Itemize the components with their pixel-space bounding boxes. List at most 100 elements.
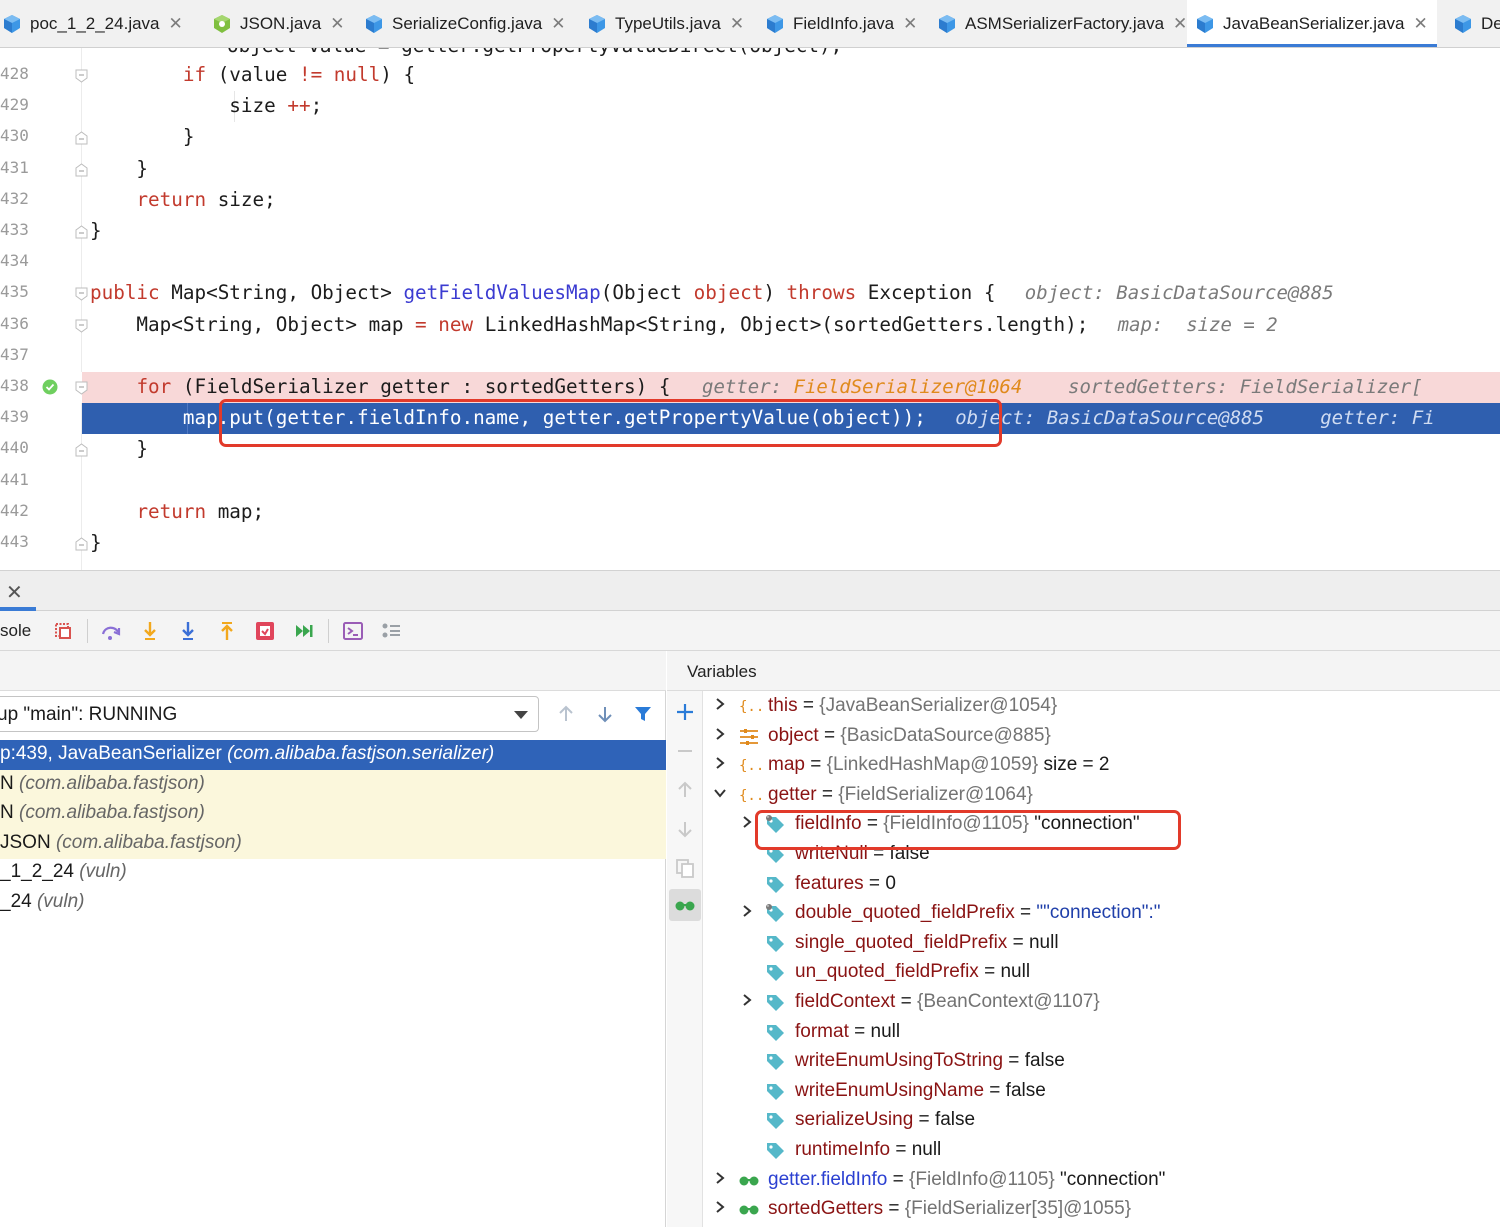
code-editor[interactable]: object value = getter.getPropertyValueDi… — [0, 48, 1500, 570]
fold-marker-icon[interactable] — [75, 131, 88, 145]
close-tab-icon[interactable]: ✕ — [551, 14, 565, 34]
tab-asmserializerfactory-java[interactable]: ASMSerializerFactory.java ✕ — [929, 0, 1187, 47]
force-step-into-icon[interactable] — [177, 620, 199, 642]
fold-marker-icon[interactable] — [75, 162, 88, 177]
console-tab[interactable]: sole — [0, 621, 31, 641]
remove-watch-icon[interactable] — [674, 740, 696, 762]
fold-marker-icon[interactable] — [75, 225, 88, 239]
variable-row-features[interactable]: features = 0 — [703, 870, 1500, 900]
variable-row-format[interactable]: format = null — [703, 1018, 1500, 1048]
variable-row-fieldcontext[interactable]: fieldContext = {BeanContext@1107} — [703, 988, 1500, 1018]
stack-frame[interactable]: _24 (vuln) — [0, 888, 666, 918]
chevron-right-icon[interactable] — [713, 1200, 727, 1214]
chevron-right-icon[interactable] — [713, 1171, 727, 1185]
trace-list-icon[interactable] — [380, 620, 402, 642]
close-tab-icon[interactable]: ✕ — [169, 14, 183, 34]
stack-frame[interactable]: JSON (com.alibaba.fastjson) — [0, 828, 666, 859]
fold-marker-icon[interactable] — [75, 69, 88, 83]
fold-marker-icon[interactable] — [75, 537, 88, 551]
chevron-right-icon[interactable] — [713, 727, 727, 741]
line-number: 439 — [0, 407, 29, 427]
close-tab-icon[interactable]: ✕ — [730, 14, 744, 34]
close-tab-icon[interactable]: ✕ — [903, 14, 917, 34]
variable-row-runtimeinfo[interactable]: runtimeInfo = null — [703, 1136, 1500, 1166]
filter-icon[interactable] — [632, 703, 654, 725]
variable-row-double-quoted-fieldprefix[interactable]: * double_quoted_fieldPrefix = ""connectio… — [703, 899, 1500, 929]
variable-row-getter[interactable]: {..}getter = {FieldSerializer@1064} — [703, 781, 1500, 811]
code-line-430[interactable]: 430 } — [0, 122, 1500, 153]
code-line-436[interactable]: 436 Map<String, Object> map = new Linked… — [0, 310, 1500, 341]
variables-side-toolbar — [667, 691, 703, 1227]
variable-row-this[interactable]: {..}this = {JavaBeanSerializer@1054} — [703, 692, 1500, 722]
code-line-428[interactable]: 428 if (value != null) { — [0, 60, 1500, 91]
thread-selector[interactable]: up "main": RUNNING — [0, 696, 539, 732]
variable-row-object[interactable]: object = {BasicDataSource@885} — [703, 722, 1500, 752]
variable-value: null — [1028, 931, 1059, 953]
chevron-right-icon[interactable] — [740, 993, 754, 1007]
copy-icon[interactable] — [674, 857, 696, 879]
code-line-443[interactable]: 443} — [0, 528, 1500, 559]
fold-marker-icon[interactable] — [75, 443, 88, 457]
tab-poc-1-2-24-java[interactable]: poc_1_2_24.java ✕ — [2, 0, 185, 47]
code-line-433[interactable]: 433} — [0, 216, 1500, 247]
chevron-right-icon[interactable] — [740, 815, 754, 829]
code-line-435[interactable]: 435 public Map<String, Object> getFieldVa… — [0, 278, 1500, 309]
evaluate-expression-icon[interactable] — [342, 620, 364, 642]
move-up-icon[interactable] — [674, 779, 696, 801]
drop-frame-icon[interactable] — [254, 620, 276, 642]
tab-javabeanserializer-java[interactable]: JavaBeanSerializer.java ✕ — [1187, 0, 1437, 47]
variable-row-getter-fieldinfo[interactable]: getter.fieldInfo = {FieldInfo@1105} "con… — [703, 1166, 1500, 1196]
equals-sign: = — [797, 695, 820, 716]
chevron-down-icon[interactable] — [713, 786, 727, 800]
tab-def[interactable]: Def — [1445, 0, 1500, 47]
variables-panel: Variables {..}this = {JavaBeanSerializer… — [667, 651, 1500, 1227]
variable-row-un-quoted-fieldprefix[interactable]: un_quoted_fieldPrefix = null — [703, 958, 1500, 988]
close-tab-icon[interactable]: ✕ — [1413, 14, 1427, 34]
code-text: } — [90, 219, 102, 242]
close-debug-icon[interactable]: ✕ — [6, 580, 23, 605]
code-line-431[interactable]: 431 } — [0, 154, 1500, 185]
arrow-down-icon[interactable] — [594, 703, 616, 725]
code-line-432[interactable]: 432 return size; — [0, 185, 1500, 216]
code-line-429[interactable]: 429 size ++; — [0, 91, 1500, 123]
tab-fieldinfo-java[interactable]: FieldInfo.java ✕ — [757, 0, 917, 47]
step-out-icon[interactable] — [216, 620, 238, 642]
step-into-icon[interactable] — [139, 620, 161, 642]
variable-row-serializeusing[interactable]: serializeUsing = false — [703, 1106, 1500, 1136]
code-line-434[interactable]: 434 — [0, 247, 1500, 278]
breakpoint-verified-icon[interactable] — [42, 379, 58, 395]
close-tab-icon[interactable]: ✕ — [330, 14, 344, 34]
show-execution-point-icon[interactable] — [52, 620, 74, 642]
variable-row-writeenumusingtostring[interactable]: writeEnumUsingToString = false — [703, 1047, 1500, 1077]
tab-json-java[interactable]: JSON.java ✕ — [204, 0, 345, 47]
close-tab-icon[interactable]: ✕ — [1173, 14, 1187, 34]
chevron-right-icon[interactable] — [713, 697, 727, 711]
variable-row-writeenumusingname[interactable]: writeEnumUsingName = false — [703, 1077, 1500, 1107]
variable-row-sortedgetters[interactable]: sortedGetters = {FieldSerializer[35]@105… — [703, 1195, 1500, 1225]
fold-marker-icon[interactable] — [75, 381, 88, 395]
code-line-441[interactable]: 441 — [0, 466, 1500, 497]
code-line-442[interactable]: 442 return map; — [0, 497, 1500, 528]
show-watches-toggle[interactable] — [669, 889, 701, 921]
arrow-up-icon[interactable] — [555, 703, 577, 725]
variable-row-map[interactable]: {..}map = {LinkedHashMap@1059} size = 2 — [703, 751, 1500, 781]
line-number: 435 — [0, 282, 29, 302]
variable-row-single-quoted-fieldprefix[interactable]: single_quoted_fieldPrefix = null — [703, 929, 1500, 959]
step-over-icon[interactable] — [100, 620, 122, 642]
add-watch-icon[interactable] — [674, 701, 696, 723]
fold-marker-icon[interactable] — [75, 319, 88, 333]
tab-typeutils-java[interactable]: TypeUtils.java ✕ — [579, 0, 745, 47]
stack-frame[interactable]: N (com.alibaba.fastjson) — [0, 799, 666, 830]
inline-value-hint-2: getter: Fi — [1320, 407, 1435, 430]
chevron-right-icon[interactable] — [740, 904, 754, 918]
code-line-437[interactable]: 437 — [0, 341, 1500, 372]
stack-frame[interactable]: _1_2_24 (vuln) — [0, 858, 666, 888]
run-to-cursor-icon[interactable] — [293, 620, 315, 642]
fold-marker-icon[interactable] — [75, 287, 88, 302]
chevron-right-icon[interactable] — [713, 756, 727, 770]
stack-frame[interactable]: p:439, JavaBeanSerializer (com.alibaba.f… — [0, 740, 666, 770]
equals-sign: = — [804, 754, 827, 776]
move-down-icon[interactable] — [674, 818, 696, 840]
tab-serializeconfig-java[interactable]: SerializeConfig.java ✕ — [356, 0, 567, 47]
stack-frame[interactable]: N (com.alibaba.fastjson) — [0, 769, 666, 800]
